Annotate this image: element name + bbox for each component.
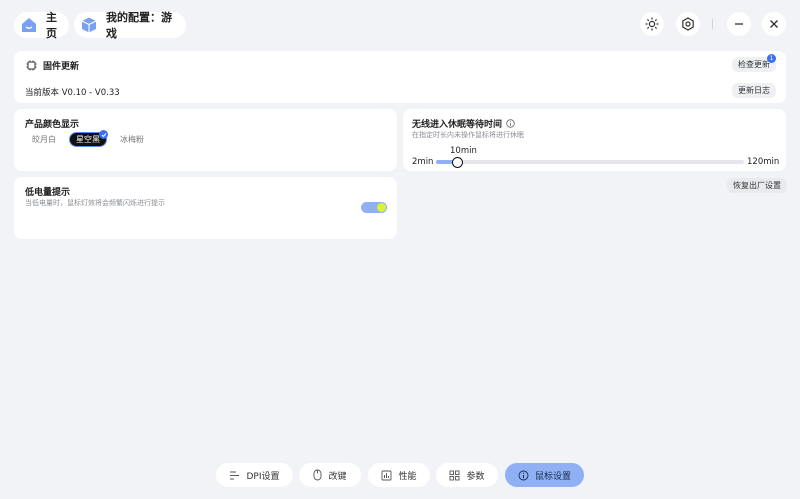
slider-max-label: 120min	[747, 157, 780, 167]
sun-icon	[645, 17, 659, 31]
chip-icon	[26, 60, 37, 71]
selected-check-icon	[99, 130, 108, 139]
reset-factory-button[interactable]: 恢复出厂设置	[727, 178, 787, 193]
nav-parameters[interactable]: 参数	[436, 463, 498, 487]
chart-icon	[381, 470, 392, 481]
mouse-icon	[313, 469, 322, 481]
header-divider	[712, 19, 713, 29]
nav-key-remap[interactable]: 改键	[299, 463, 361, 487]
toggle-knob	[377, 203, 386, 212]
nav-label: 参数	[466, 471, 485, 482]
color-display-card: 产品颜色显示 皎月白 星空黑 冰梅粉	[14, 109, 397, 171]
slider-value-label: 10min	[450, 146, 477, 156]
low-battery-card: 低电量提示 当低电量时，鼠标灯效将会频繁闪烁进行提示	[14, 177, 397, 239]
low-battery-title: 低电量提示	[25, 188, 71, 198]
nav-label: 改键	[328, 471, 347, 482]
home-icon	[20, 16, 38, 34]
info-icon	[518, 470, 529, 481]
cube-icon	[80, 16, 98, 34]
config-label: 我的配置：游戏	[106, 11, 172, 40]
color-option-pink[interactable]: 冰梅粉	[114, 132, 150, 147]
nav-mouse-settings[interactable]: 鼠标设置	[505, 463, 584, 487]
low-battery-desc: 当低电量时，鼠标灯效将会频繁闪烁进行提示	[25, 199, 165, 207]
close-button[interactable]	[762, 12, 786, 36]
home-button[interactable]: 主页	[14, 11, 69, 40]
dpi-icon	[229, 470, 240, 481]
grid-icon	[449, 470, 460, 481]
nav-label: 性能	[398, 471, 417, 482]
nav-performance[interactable]: 性能	[368, 463, 430, 487]
slider-min-label: 2min	[412, 157, 434, 167]
hex-gear-icon	[681, 17, 695, 31]
update-badge: 1	[767, 54, 776, 63]
sleep-slider-track[interactable]	[436, 160, 744, 164]
low-battery-toggle[interactable]	[361, 202, 387, 213]
nav-label: DPI设置	[246, 471, 280, 482]
firmware-card: 固件更新 检查更新 1 当前版本 V0.10 - V0.33 更新日志	[14, 51, 786, 103]
nav-label: 鼠标设置	[534, 471, 571, 482]
minus-icon	[733, 18, 745, 30]
sleep-card: 无线进入休眠等待时间 在指定时长内未操作鼠标将进行休眠 10min 2min 1…	[403, 109, 786, 171]
sleep-slider-handle[interactable]	[451, 157, 463, 168]
close-icon	[768, 18, 780, 30]
color-option-white[interactable]: 皎月白	[26, 132, 62, 147]
brightness-button[interactable]	[640, 12, 664, 36]
home-label: 主页	[46, 11, 57, 40]
info-icon[interactable]	[506, 119, 515, 128]
sleep-title: 无线进入休眠等待时间	[412, 120, 503, 130]
sleep-desc: 在指定时长内未操作鼠标将进行休眠	[412, 131, 524, 139]
changelog-button[interactable]: 更新日志	[732, 83, 776, 98]
nav-dpi-settings[interactable]: DPI设置	[216, 463, 293, 487]
color-display-title: 产品颜色显示	[25, 120, 80, 130]
version-text: 当前版本 V0.10 - V0.33	[25, 88, 120, 98]
minimize-button[interactable]	[727, 12, 751, 36]
config-button[interactable]: 我的配置：游戏	[74, 11, 186, 40]
firmware-title: 固件更新	[43, 62, 80, 72]
settings-button[interactable]	[676, 12, 700, 36]
